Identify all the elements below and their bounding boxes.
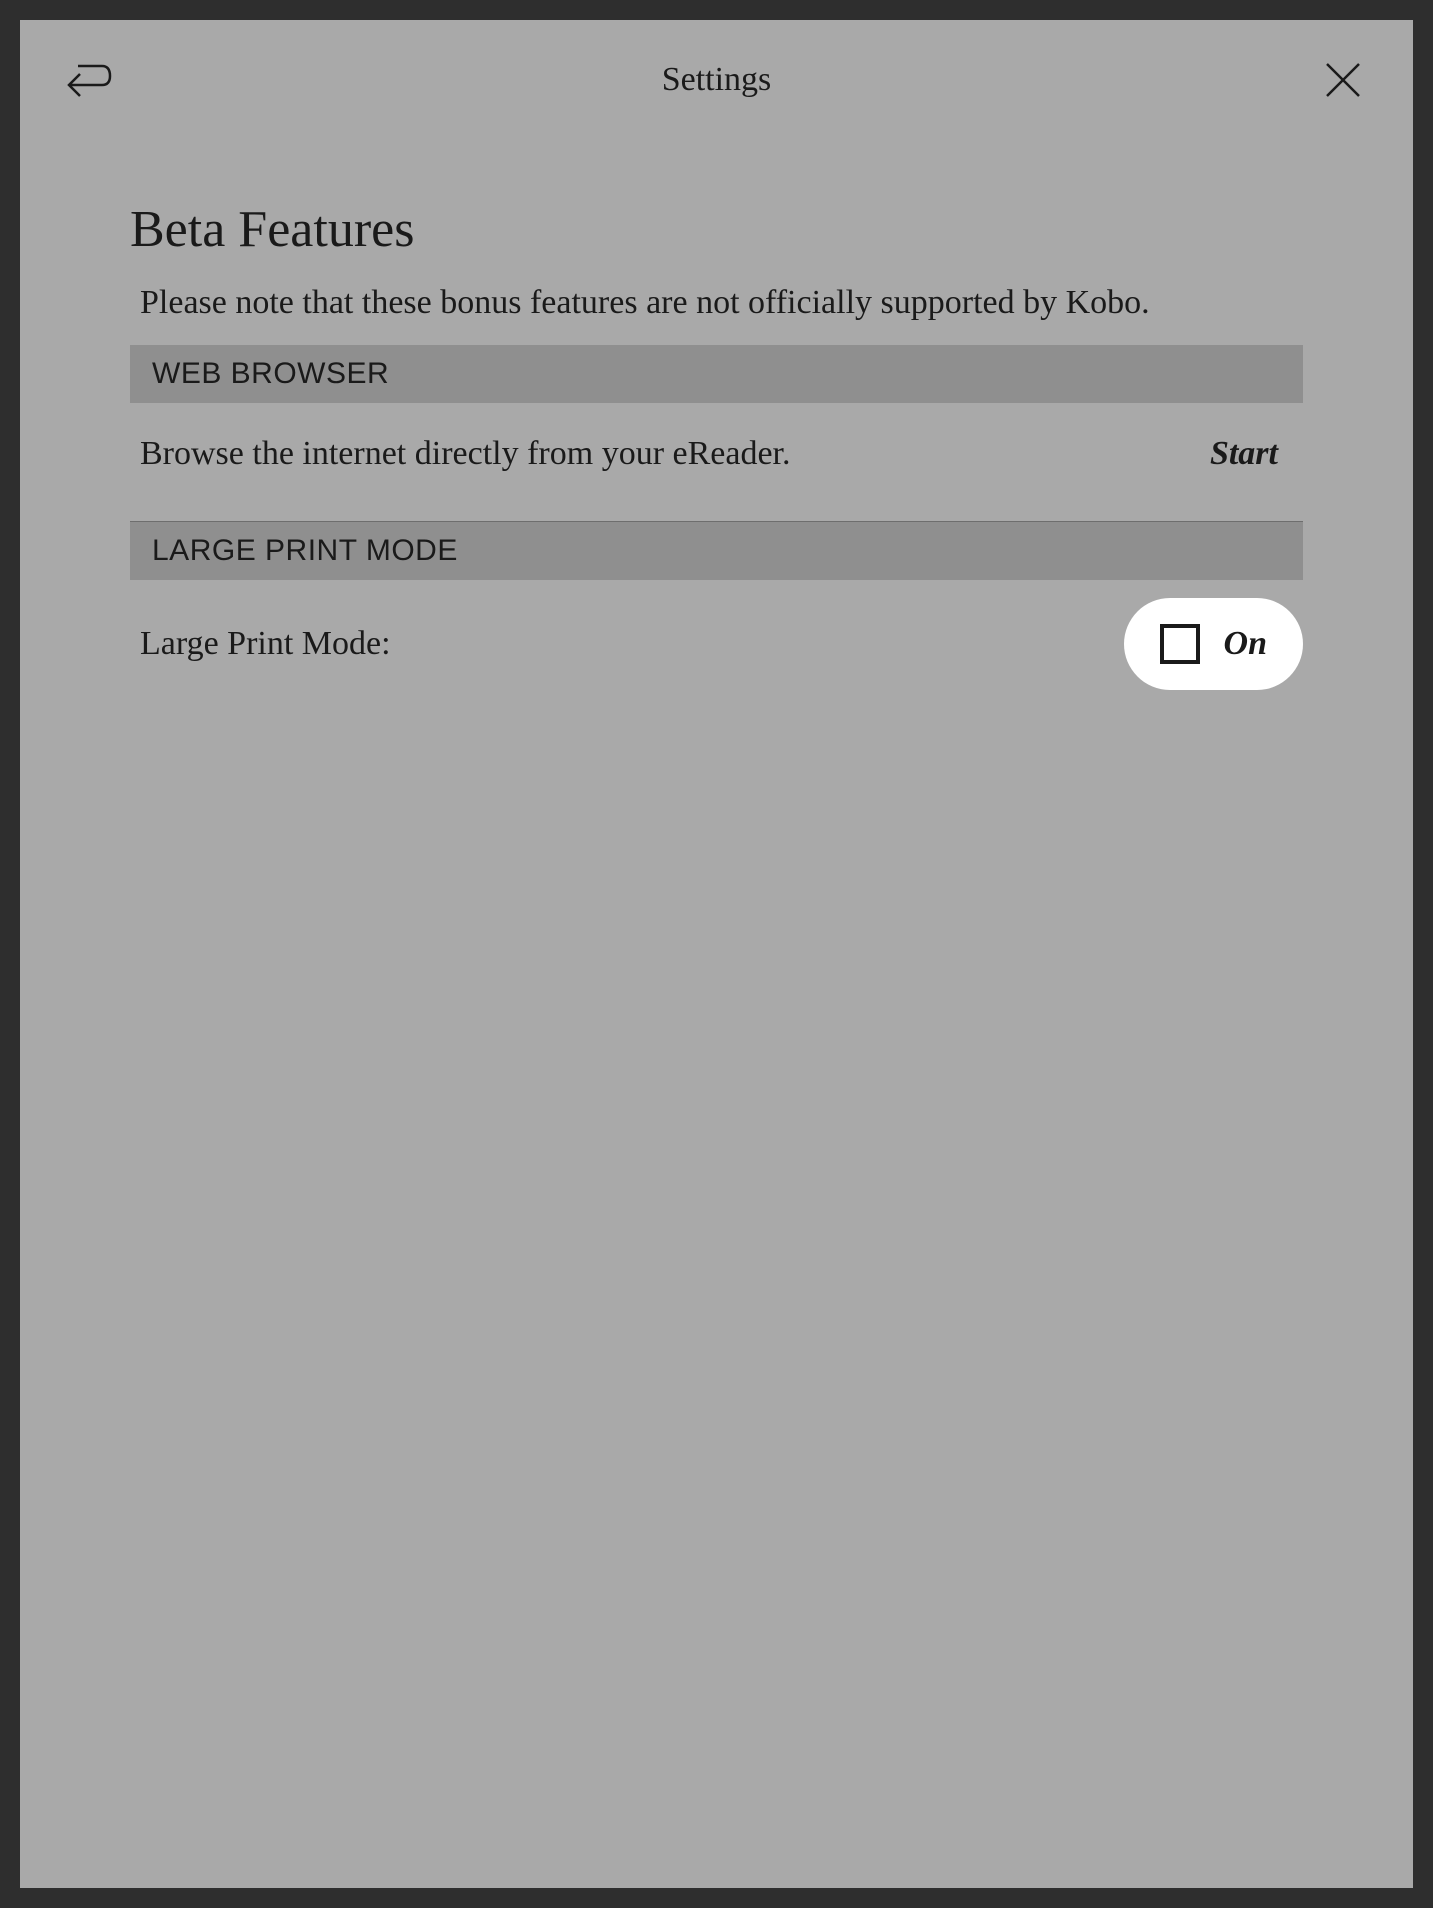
- web-browser-row: Browse the internet directly from your e…: [130, 403, 1303, 522]
- back-arrow-icon: [66, 60, 114, 100]
- header-title: Settings: [662, 61, 772, 99]
- large-print-row: Large Print Mode: On: [130, 580, 1303, 708]
- page-title: Beta Features: [130, 200, 1303, 259]
- web-browser-description: Browse the internet directly from your e…: [140, 435, 791, 473]
- close-icon: [1323, 60, 1363, 100]
- large-print-section-header: LARGE PRINT MODE: [130, 522, 1303, 580]
- back-button[interactable]: [65, 55, 115, 105]
- content-area: Beta Features Please note that these bon…: [20, 200, 1413, 708]
- page-description: Please note that these bonus features ar…: [130, 279, 1303, 327]
- close-button[interactable]: [1318, 55, 1368, 105]
- web-browser-section-header: WEB BROWSER: [130, 345, 1303, 403]
- web-browser-start-button[interactable]: Start: [1210, 435, 1293, 473]
- settings-screen: Settings Beta Features Please note that …: [20, 20, 1413, 1888]
- large-print-label: Large Print Mode:: [140, 625, 391, 663]
- toggle-value-label: On: [1224, 625, 1267, 663]
- header-bar: Settings: [20, 20, 1413, 130]
- checkbox-icon: [1160, 624, 1200, 664]
- large-print-toggle[interactable]: On: [1124, 598, 1303, 690]
